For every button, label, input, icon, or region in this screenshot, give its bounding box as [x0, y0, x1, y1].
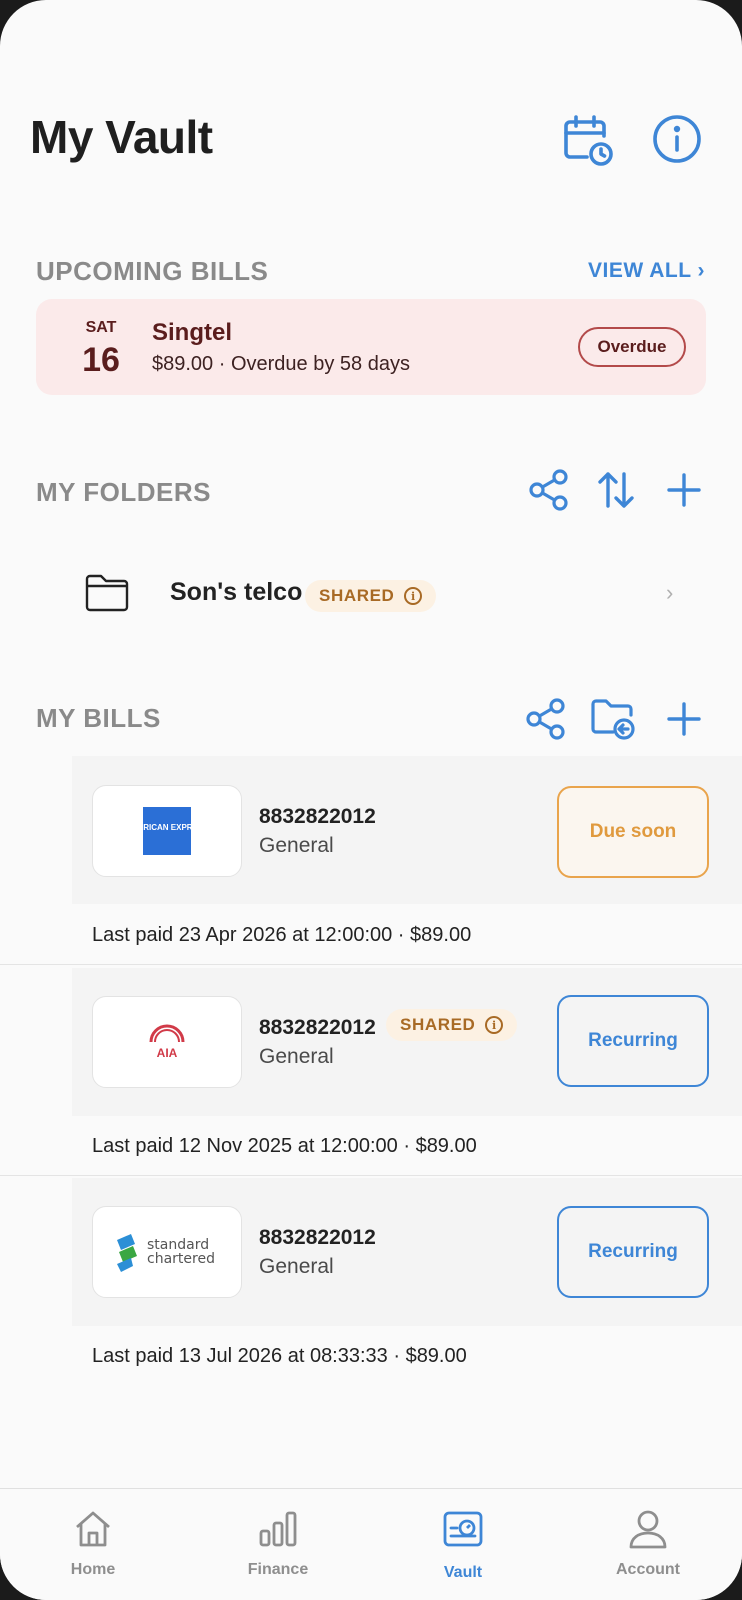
bill-last-paid: Last paid 13 Jul 2026 at 08:33:33 · $89.… — [92, 1345, 467, 1367]
nav-account[interactable]: Account — [583, 1489, 713, 1600]
bill-detail: $89.00 · Overdue by 58 days — [152, 353, 410, 375]
bill-account-number: 8832822012 — [259, 1226, 376, 1249]
share-icon — [529, 469, 568, 511]
aia-icon: AIA — [149, 1024, 185, 1060]
upcoming-bills-title: UPCOMING BILLS — [36, 256, 269, 286]
view-all-link[interactable]: VIEW ALL › — [588, 259, 705, 283]
aia-logo: AIA — [92, 996, 242, 1088]
recurring-badge[interactable]: Recurring — [557, 1206, 709, 1298]
info-icon — [653, 115, 701, 163]
standard-chartered-icon — [117, 1234, 137, 1272]
folder-name: Son's telco — [170, 578, 303, 606]
divider — [0, 1175, 742, 1176]
sort-arrows-icon — [598, 472, 634, 508]
info-icon[interactable]: i — [485, 1016, 504, 1034]
bill-account-number: 8832822012 — [259, 805, 376, 828]
bill-name: Singtel — [152, 319, 233, 346]
bottom-nav: Home Finance Vault Account — [0, 1488, 742, 1600]
shared-badge: SHARED i — [386, 1009, 518, 1041]
logo-text: AMERICAN EXPRESS — [143, 823, 191, 832]
add-bill-button[interactable] — [654, 689, 714, 749]
logo-text: AIA — [157, 1046, 178, 1060]
my-folders-title: MY FOLDERS — [36, 477, 211, 507]
my-bills-title: MY BILLS — [36, 703, 161, 733]
info-icon[interactable]: i — [404, 587, 423, 605]
nav-home[interactable]: Home — [28, 1489, 158, 1600]
upcoming-bill-card[interactable]: SAT 16 Singtel $89.00 · Overdue by 58 da… — [36, 299, 706, 395]
nav-finance[interactable]: Finance — [213, 1489, 343, 1600]
add-folder-button[interactable] — [654, 460, 714, 520]
move-to-folder-button[interactable] — [584, 689, 644, 749]
sort-folders-button[interactable] — [586, 460, 646, 520]
person-icon — [629, 1510, 667, 1549]
plus-icon — [667, 702, 701, 736]
logo-text: standard chartered — [147, 1237, 215, 1267]
american-express-logo: AMERICAN EXPRESS — [92, 785, 242, 877]
vault-icon — [443, 1511, 483, 1547]
nav-label: Finance — [247, 1561, 309, 1578]
bill-day-number: 16 — [82, 341, 120, 379]
due-soon-badge[interactable]: Due soon — [557, 786, 709, 878]
recurring-badge[interactable]: Recurring — [557, 995, 709, 1087]
folder-item[interactable]: Son's telco SHARED i › — [80, 565, 700, 621]
folder-move-icon — [591, 699, 635, 740]
nav-label: Home — [70, 1561, 116, 1578]
bill-last-paid: Last paid 12 Nov 2025 at 12:00:00 · $89.… — [92, 1135, 477, 1157]
home-icon — [76, 1511, 110, 1547]
page-title: My Vault — [30, 111, 213, 163]
chevron-right-icon: › — [666, 580, 674, 605]
shared-badge-label: SHARED — [400, 1015, 476, 1034]
plus-icon — [667, 473, 701, 507]
share-folders-button[interactable] — [519, 460, 579, 520]
nav-vault[interactable]: Vault — [398, 1489, 528, 1600]
share-bills-button[interactable] — [516, 689, 576, 749]
nav-label: Vault — [443, 1564, 483, 1581]
folder-icon — [85, 574, 129, 612]
bill-day-name: SAT — [85, 319, 117, 336]
bar-chart-icon — [259, 1511, 297, 1547]
bill-category: General — [259, 1045, 334, 1068]
bill-last-paid: Last paid 23 Apr 2026 at 12:00:00 · $89.… — [92, 924, 472, 946]
shared-badge: SHARED i — [305, 580, 437, 612]
calendar-button[interactable] — [558, 110, 618, 170]
nav-label: Account — [616, 1561, 680, 1578]
share-icon — [526, 698, 565, 740]
bill-account-number: 8832822012 — [259, 1016, 376, 1039]
standard-chartered-logo: standard chartered — [92, 1206, 242, 1298]
calendar-clock-icon — [564, 115, 613, 166]
shared-badge-label: SHARED — [319, 586, 395, 605]
bill-category: General — [259, 834, 334, 857]
divider — [0, 964, 742, 965]
bill-category: General — [259, 1255, 334, 1278]
vault-screen: My Vault UPCOMING BILLS VIEW ALL › SAT 1… — [0, 0, 742, 1600]
overdue-badge: Overdue — [578, 327, 686, 367]
amex-icon: AMERICAN EXPRESS — [143, 807, 191, 855]
info-button[interactable] — [647, 109, 707, 169]
